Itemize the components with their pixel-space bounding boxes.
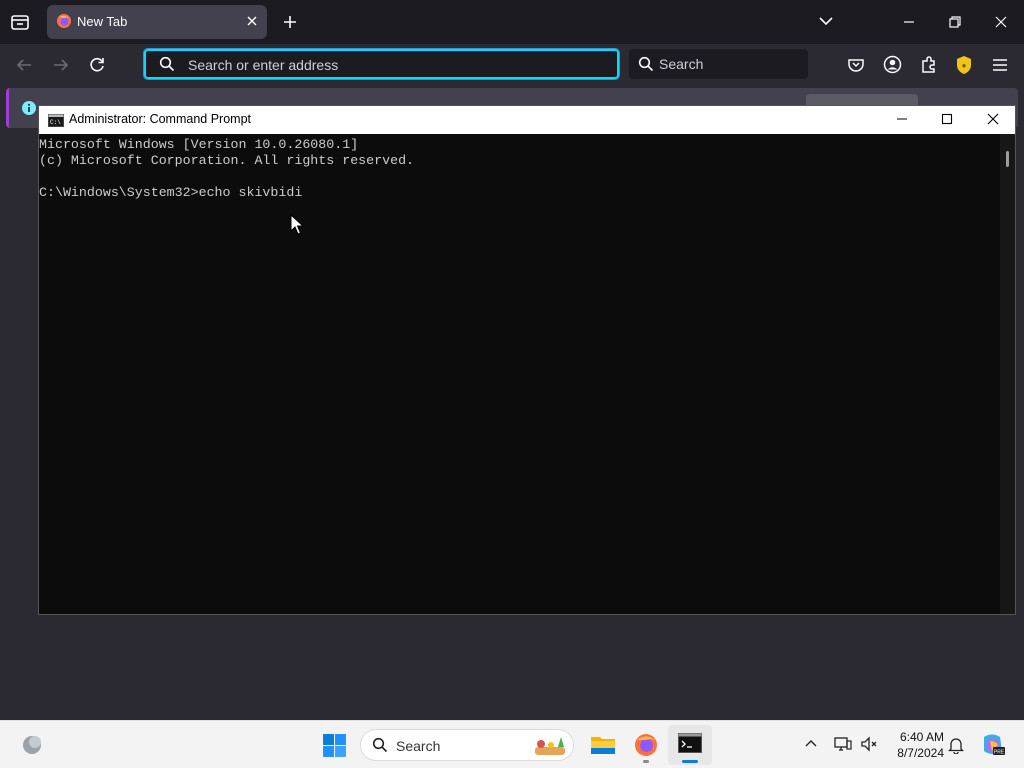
- search-icon: [638, 56, 654, 72]
- notification-bell-icon[interactable]: [948, 736, 964, 754]
- cmd-title-bar[interactable]: C:\ Administrator: Command Prompt: [39, 106, 1015, 134]
- cmd-active-indicator: [682, 760, 698, 763]
- cmd-close-icon[interactable]: [987, 113, 999, 125]
- close-window-icon[interactable]: [994, 15, 1008, 29]
- extensions-icon[interactable]: [920, 55, 938, 74]
- tab-title: New Tab: [77, 14, 128, 29]
- svg-text:C:\: C:\: [50, 119, 61, 126]
- search-highlight-icon: [531, 733, 571, 759]
- pocket-icon[interactable]: [847, 56, 865, 74]
- cmd-taskbar-button[interactable]: [668, 725, 712, 765]
- back-icon[interactable]: [15, 57, 33, 73]
- show-hidden-icons-chevron-icon[interactable]: [804, 738, 818, 748]
- search-icon: [372, 737, 388, 753]
- ublock-shield-icon[interactable]: ●: [955, 55, 973, 75]
- taskbar-search-label: Search: [396, 738, 441, 754]
- cmd-title: Administrator: Command Prompt: [69, 112, 252, 126]
- copilot-icon[interactable]: PRE: [980, 733, 1006, 757]
- url-input[interactable]: [188, 55, 608, 75]
- clock[interactable]: 6:40 AM 8/7/2024: [884, 729, 944, 761]
- network-icon[interactable]: [834, 735, 852, 753]
- restore-icon[interactable]: [948, 15, 962, 29]
- tab-new-tab[interactable]: New Tab: [47, 5, 267, 39]
- cmd-minimize-icon[interactable]: [896, 113, 908, 125]
- taskbar-search-box[interactable]: Search: [360, 729, 574, 761]
- console-prompt-line: C:\Windows\System32>echo skivbidi: [39, 185, 303, 200]
- windows-start-icon[interactable]: [322, 733, 347, 758]
- clock-time: 6:40 AM: [899, 730, 944, 744]
- firefox-icon: [56, 13, 72, 29]
- weather-widget-icon[interactable]: [20, 734, 44, 756]
- url-bar[interactable]: [143, 48, 620, 80]
- firefox-view-icon[interactable]: [10, 12, 30, 32]
- search-icon: [159, 56, 175, 72]
- minimize-icon[interactable]: [902, 15, 916, 29]
- mouse-cursor-icon: [290, 214, 304, 236]
- browser-tab-bar: New Tab: [0, 0, 1024, 44]
- svg-text:PRE: PRE: [994, 750, 1005, 756]
- command-prompt-window[interactable]: C:\ Administrator: Command Prompt Micros…: [38, 105, 1016, 615]
- cmd-scrollbar-thumb[interactable]: [1006, 151, 1009, 167]
- menu-icon[interactable]: [991, 57, 1009, 73]
- info-icon: [21, 100, 37, 116]
- account-icon[interactable]: [883, 55, 902, 74]
- search-bar[interactable]: [629, 49, 808, 79]
- firefox-icon[interactable]: [634, 733, 658, 757]
- cmd-scrollbar[interactable]: [1000, 134, 1015, 614]
- console-line: (c) Microsoft Corporation. All rights re…: [39, 153, 415, 168]
- clock-date: 8/7/2024: [897, 746, 944, 760]
- reload-icon[interactable]: [88, 56, 106, 74]
- command-prompt-icon: C:\: [48, 114, 64, 127]
- svg-text:●: ●: [962, 61, 967, 70]
- cmd-console-output[interactable]: Microsoft Windows [Version 10.0.26080.1]…: [39, 134, 1000, 614]
- close-tab-icon[interactable]: [246, 15, 258, 27]
- forward-icon[interactable]: [52, 57, 70, 73]
- new-tab-button[interactable]: [282, 14, 298, 30]
- volume-muted-icon[interactable]: [860, 735, 878, 753]
- command-prompt-icon: [678, 733, 702, 753]
- list-all-tabs-icon[interactable]: [818, 15, 834, 27]
- search-input[interactable]: [659, 55, 799, 73]
- firefox-running-indicator: [643, 760, 649, 763]
- cmd-maximize-icon[interactable]: [941, 113, 953, 125]
- file-explorer-icon[interactable]: [590, 733, 616, 757]
- windows-taskbar: Search 6:40 AM 8/7/2024 PRE: [0, 720, 1024, 768]
- console-line: Microsoft Windows [Version 10.0.26080.1]: [39, 137, 359, 152]
